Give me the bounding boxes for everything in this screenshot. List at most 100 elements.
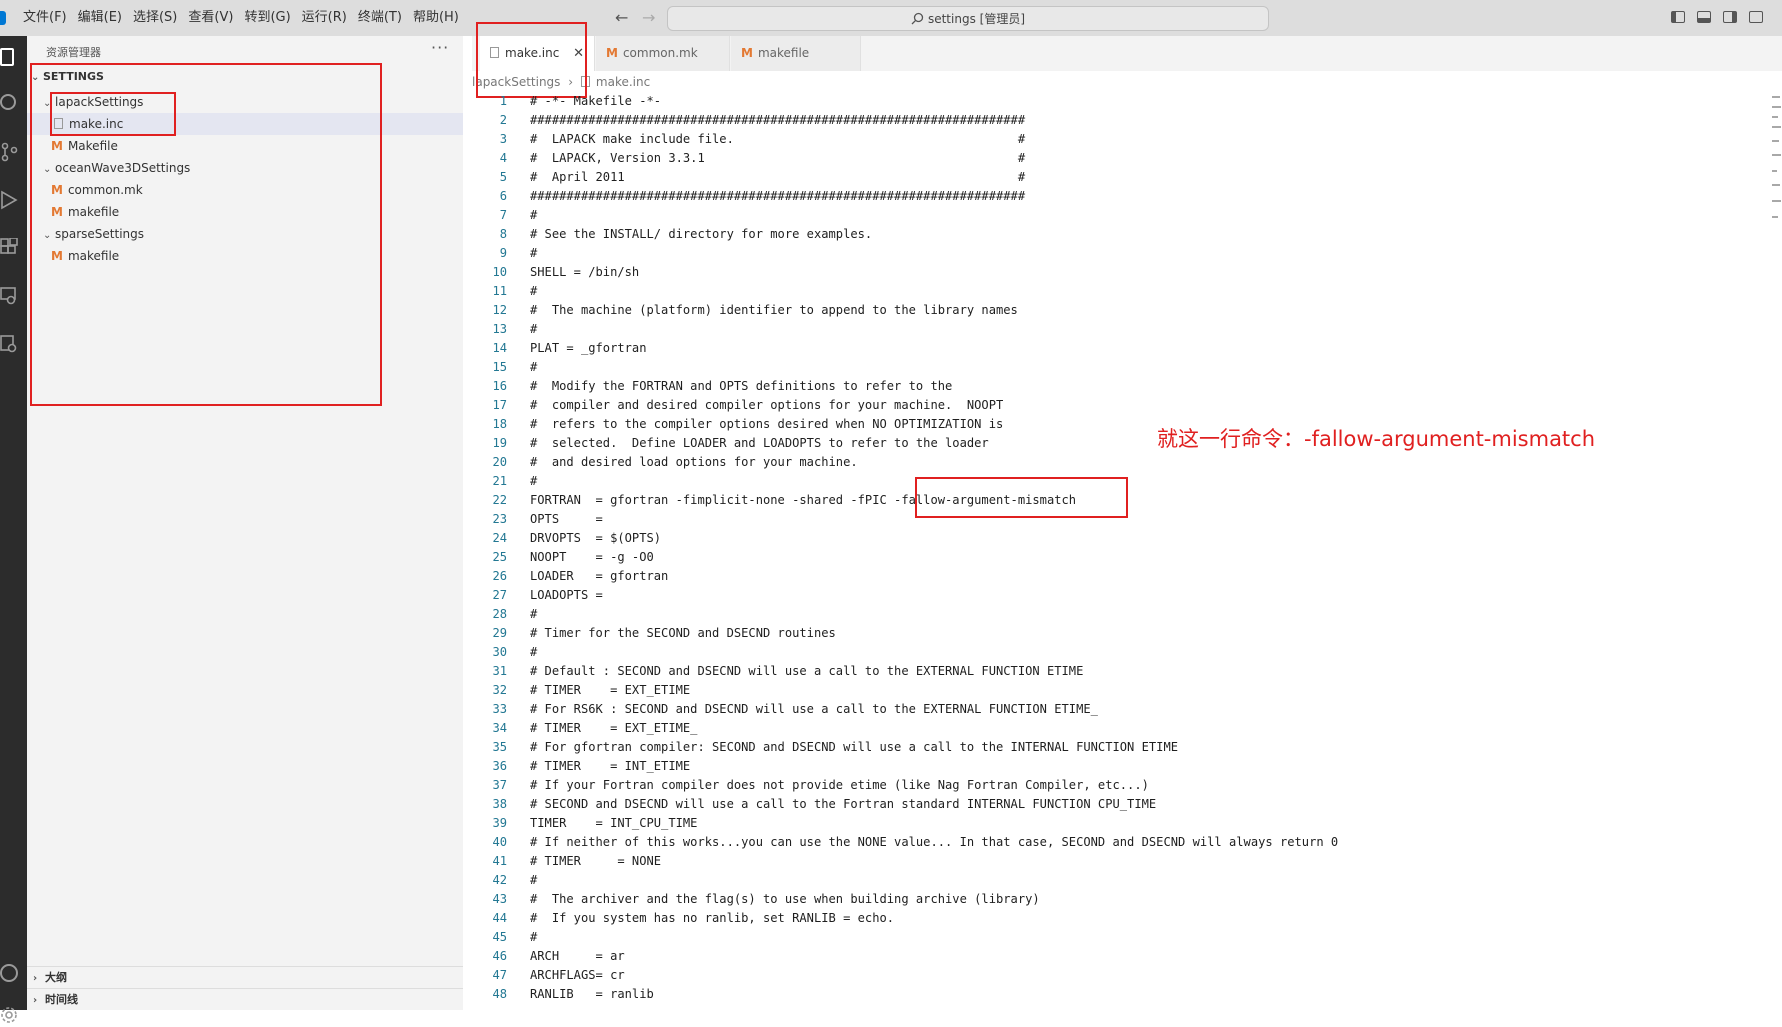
code-line[interactable]: 20 # and desired load options for your ma…: [472, 453, 1762, 472]
chevron-down-icon: ⌄: [43, 164, 52, 175]
remote-explorer-icon[interactable]: [0, 286, 18, 305]
code-line[interactable]: 12 # The machine (platform) identifier to…: [472, 301, 1762, 320]
explorer-icon[interactable]: [0, 48, 14, 66]
code-line[interactable]: 45 #: [472, 928, 1762, 947]
tab-common-mk[interactable]: Mcommon.mk: [596, 36, 730, 71]
tree-file-common-mk[interactable]: Mcommon.mk: [27, 179, 463, 201]
code-line[interactable]: 35 # For gfortran compiler: SECOND and DS…: [472, 738, 1762, 757]
file-lines-icon: [580, 76, 590, 87]
tree-file-makefile[interactable]: Mmakefile: [27, 245, 463, 267]
code-line[interactable]: 4 # LAPACK, Version 3.3.1 #: [472, 149, 1762, 168]
menu-file[interactable]: 文件(F): [18, 0, 72, 36]
code-line[interactable]: 25 NOOPT = -g -O0: [472, 548, 1762, 567]
toggle-panel-icon[interactable]: [1697, 11, 1711, 23]
source-control-icon[interactable]: [0, 142, 18, 162]
code-line[interactable]: 46 ARCH = ar: [472, 947, 1762, 966]
code-line[interactable]: 37 # If your Fortran compiler does not pr…: [472, 776, 1762, 795]
code-line[interactable]: 15 #: [472, 358, 1762, 377]
breadcrumb-folder[interactable]: lapackSettings: [472, 75, 560, 89]
line-number: 14: [492, 341, 507, 355]
breadcrumb-file[interactable]: make.inc: [596, 75, 650, 89]
menu-help[interactable]: 帮助(H): [408, 0, 464, 36]
code-line[interactable]: 23 OPTS =: [472, 510, 1762, 529]
code-text: # Timer for the SECOND and DSECND routin…: [530, 626, 836, 640]
code-line[interactable]: 47 ARCHFLAGS= cr: [472, 966, 1762, 985]
code-line[interactable]: 16 # Modify the FORTRAN and OPTS definiti…: [472, 377, 1762, 396]
code-line[interactable]: 5 # April 2011 #: [472, 168, 1762, 187]
menu-edit[interactable]: 编辑(E): [73, 0, 127, 36]
tree-file-makefile[interactable]: M Makefile: [27, 135, 463, 157]
code-line[interactable]: 36 # TIMER = INT_ETIME: [472, 757, 1762, 776]
code-line[interactable]: 2 #######################################…: [472, 111, 1762, 130]
code-line[interactable]: 1 # -*- Makefile -*-: [472, 92, 1762, 111]
code-line[interactable]: 9 #: [472, 244, 1762, 263]
code-line[interactable]: 41 # TIMER = NONE: [472, 852, 1762, 871]
toggle-secondary-sidebar-icon[interactable]: [1723, 11, 1737, 23]
code-editor[interactable]: 1 # -*- Makefile -*- 2 ####################…: [472, 92, 1762, 1004]
code-text: # TIMER = EXT_ETIME: [530, 683, 691, 697]
code-text: LOADOPTS =: [530, 588, 603, 602]
code-line[interactable]: 17 # compiler and desired compiler option…: [472, 396, 1762, 415]
run-debug-icon[interactable]: [0, 190, 18, 210]
code-line[interactable]: 11 #: [472, 282, 1762, 301]
code-line[interactable]: 26 LOADER = gfortran: [472, 567, 1762, 586]
tree-folder-oceanwave3dsettings[interactable]: ⌄ oceanWave3DSettings: [27, 157, 463, 179]
menu-selection[interactable]: 选择(S): [128, 0, 182, 36]
manage-gear-icon[interactable]: [0, 1006, 18, 1024]
code-line[interactable]: 24 DRVOPTS = $(OPTS): [472, 529, 1762, 548]
code-line[interactable]: 38 # SECOND and DSECND will use a call to…: [472, 795, 1762, 814]
code-line[interactable]: 14 PLAT = _gfortran: [472, 339, 1762, 358]
extensions-icon[interactable]: [0, 237, 18, 256]
code-line[interactable]: 33 # For RS6K : SECOND and DSECND will us…: [472, 700, 1762, 719]
chevron-down-icon: ⌄: [43, 98, 52, 109]
docker-icon[interactable]: [0, 334, 18, 353]
menu-terminal[interactable]: 终端(T): [353, 0, 407, 36]
code-line[interactable]: 29 # Timer for the SECOND and DSECND rout…: [472, 624, 1762, 643]
forward-arrow-icon[interactable]: →: [642, 8, 655, 28]
line-number: 43: [492, 892, 507, 906]
back-arrow-icon[interactable]: ←: [615, 8, 628, 28]
more-actions-icon[interactable]: ···: [431, 38, 449, 57]
code-line[interactable]: 21 #: [472, 472, 1762, 491]
code-line[interactable]: 34 # TIMER = EXT_ETIME_: [472, 719, 1762, 738]
tree-folder-sparsesettings[interactable]: ⌄ sparseSettings: [27, 223, 463, 245]
code-line[interactable]: 13 #: [472, 320, 1762, 339]
code-line[interactable]: 44 # If you system has no ranlib, set RAN…: [472, 909, 1762, 928]
menu-view[interactable]: 查看(V): [183, 0, 238, 36]
code-line[interactable]: 30 #: [472, 643, 1762, 662]
code-line[interactable]: 31 # Default : SECOND and DSECND will use…: [472, 662, 1762, 681]
code-line[interactable]: 42 #: [472, 871, 1762, 890]
code-line[interactable]: 7 #: [472, 206, 1762, 225]
code-text: # LAPACK, Version 3.3.1 #: [530, 151, 1026, 165]
command-center-search[interactable]: settings [管理员]: [667, 6, 1269, 31]
code-line[interactable]: 6 #######################################…: [472, 187, 1762, 206]
minimap[interactable]: [1770, 92, 1782, 232]
code-line[interactable]: 40 # If neither of this works...you can u…: [472, 833, 1762, 852]
tab-make-inc[interactable]: make.inc ✕: [480, 36, 595, 71]
code-line[interactable]: 48 RANLIB = ranlib: [472, 985, 1762, 1004]
outline-section[interactable]: › 大纲: [27, 966, 463, 989]
code-line[interactable]: 22 FORTRAN = gfortran -fimplicit-none -sh…: [472, 491, 1762, 510]
code-line[interactable]: 10 SHELL = /bin/sh: [472, 263, 1762, 282]
toggle-sidebar-icon[interactable]: [1671, 11, 1685, 23]
menu-run[interactable]: 运行(R): [297, 0, 352, 36]
tree-file-make-inc[interactable]: make.inc: [27, 113, 463, 135]
code-line[interactable]: 28 #: [472, 605, 1762, 624]
customize-layout-icon[interactable]: [1749, 11, 1763, 23]
search-icon[interactable]: [0, 94, 16, 110]
code-line[interactable]: 3 # LAPACK make include file. #: [472, 130, 1762, 149]
code-line[interactable]: 32 # TIMER = EXT_ETIME: [472, 681, 1762, 700]
tab-makefile[interactable]: Mmakefile: [731, 36, 861, 71]
close-icon[interactable]: ✕: [573, 36, 584, 71]
account-icon[interactable]: [0, 964, 18, 982]
tree-folder-lapacksettings[interactable]: ⌄ lapackSettings: [27, 91, 463, 113]
timeline-section[interactable]: › 时间线: [27, 988, 463, 1011]
code-line[interactable]: 27 LOADOPTS =: [472, 586, 1762, 605]
menu-go[interactable]: 转到(G): [239, 0, 295, 36]
code-line[interactable]: 39 TIMER = INT_CPU_TIME: [472, 814, 1762, 833]
workspace-section[interactable]: ⌄ SETTINGS: [31, 70, 104, 83]
code-text: #: [530, 284, 538, 298]
code-line[interactable]: 8 # See the INSTALL/ directory for more e…: [472, 225, 1762, 244]
tree-file-makefile[interactable]: Mmakefile: [27, 201, 463, 223]
code-line[interactable]: 43 # The archiver and the flag(s) to use …: [472, 890, 1762, 909]
